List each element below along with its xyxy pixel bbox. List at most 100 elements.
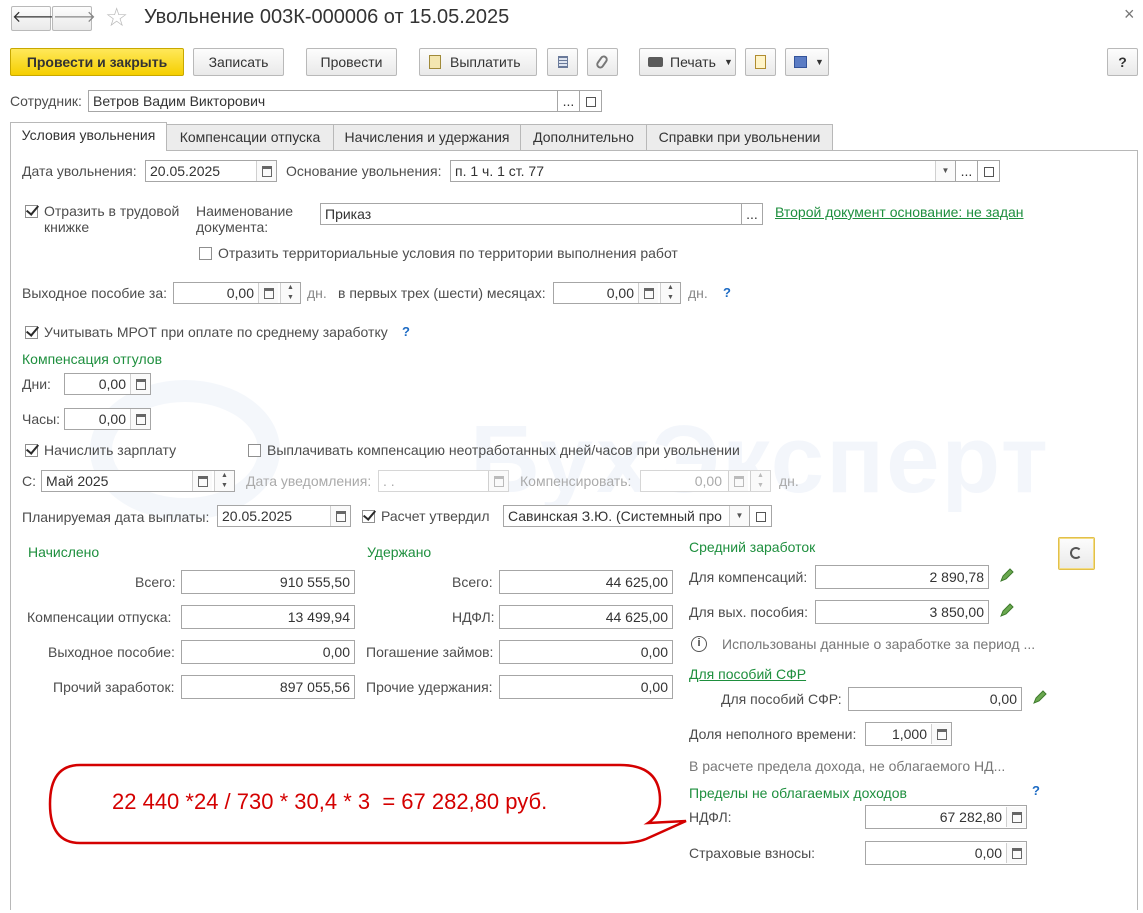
refresh-button[interactable] (1058, 537, 1095, 570)
chevron-down-icon[interactable]: ▼ (729, 506, 749, 526)
employee-value: Ветров Вадим Викторович (93, 93, 266, 109)
chevron-down-icon[interactable]: ▼ (935, 161, 955, 181)
calculator-icon[interactable] (130, 409, 150, 429)
doc-name-field[interactable]: Приказ (320, 203, 742, 225)
withheld-ndfl-field: 44 625,00 (499, 605, 673, 629)
limits-help-icon[interactable]: ? (1032, 783, 1040, 798)
approver-value: Савинская З.Ю. (Системный про (508, 508, 722, 524)
limit-note: В расчете предела дохода, не облагаемого… (689, 758, 1006, 774)
withheld-total-field: 44 625,00 (499, 570, 673, 594)
accrued-total-label: Всего: (135, 574, 176, 590)
tab-certificates[interactable]: Справки при увольнении (646, 124, 833, 151)
workbook-label-2: книжке (44, 219, 90, 235)
part-time-field[interactable]: 1,000 (865, 722, 952, 746)
info-icon: i (691, 636, 707, 652)
approver-open-button[interactable] (749, 505, 772, 527)
severance-first-field[interactable]: 0,00 ▲ ▼ (553, 282, 681, 304)
calculator-icon[interactable] (638, 283, 658, 303)
planned-payment-label: Планируемая дата выплаты: (22, 509, 210, 525)
back-button[interactable]: 🡐 (11, 6, 55, 31)
edit-pencil-icon[interactable] (999, 602, 1015, 618)
compensate-field[interactable]: 0,00 ▲ ▼ (640, 470, 771, 492)
employee-select-button[interactable]: ... (557, 90, 580, 112)
export-button[interactable]: ▼ (785, 48, 829, 76)
report-button[interactable] (745, 48, 776, 76)
help-button[interactable]: ? (1107, 48, 1138, 76)
favorite-star-icon[interactable]: ☆ (105, 3, 128, 31)
spinner-icon[interactable]: ▲ ▼ (750, 471, 770, 491)
calculator-icon[interactable] (1006, 843, 1026, 863)
second-doc-link[interactable]: Второй документ основание: не задан (775, 204, 1024, 220)
reason-open-button[interactable] (977, 160, 1000, 182)
calendar-icon[interactable] (330, 506, 350, 526)
planned-payment-field[interactable]: 20.05.2025 (217, 505, 351, 527)
forward-button[interactable]: 🡒 (52, 6, 96, 31)
avg-comp-field: 2 890,78 (815, 565, 989, 589)
withheld-loans-label: Погашение займов: (366, 644, 494, 660)
pay-button[interactable]: Выплатить (419, 48, 537, 76)
territorial-checkbox[interactable] (199, 247, 212, 260)
comp-off-hours-field[interactable]: 0,00 (64, 408, 151, 430)
notice-date-field[interactable]: . . (378, 470, 509, 492)
mrot-help-icon[interactable]: ? (402, 324, 410, 339)
approver-field[interactable]: Савинская З.Ю. (Системный про ▼ (503, 505, 750, 527)
post-and-close-button[interactable]: Провести и закрыть (10, 48, 184, 76)
compensate-unit: дн. (779, 473, 799, 489)
approved-checkbox[interactable] (362, 510, 375, 523)
part-time-value: 1,000 (891, 726, 927, 742)
dismissal-date-label: Дата увольнения: (22, 163, 137, 179)
withheld-total-value: 44 625,00 (605, 574, 668, 590)
accrued-title: Начислено (28, 544, 100, 560)
print-button[interactable]: Печать ▼ (639, 48, 736, 76)
workbook-checkbox[interactable] (25, 205, 38, 218)
limits-ins-value: 0,00 (974, 845, 1002, 861)
calendar-icon[interactable] (192, 471, 212, 491)
severance-field[interactable]: 0,00 ▲ ▼ (173, 282, 301, 304)
tab-vacation-comp[interactable]: Компенсации отпуска (166, 124, 334, 151)
calculator-icon[interactable] (728, 471, 748, 491)
calendar-icon[interactable] (488, 471, 508, 491)
calculator-icon[interactable] (130, 374, 150, 394)
callout-text: 22 440 *24 / 730 * 30,4 * 3 = 67 282,80 … (112, 789, 548, 814)
attach-button[interactable] (587, 48, 618, 76)
severance-help-icon[interactable]: ? (723, 285, 731, 300)
salary-month-field[interactable]: Май 2025 ▲ ▼ (41, 470, 235, 492)
dismissal-reason-field[interactable]: п. 1 ч. 1 ст. 77 ▼ (450, 160, 956, 182)
calculator-icon[interactable] (931, 724, 951, 744)
dismissal-reason-value: п. 1 ч. 1 ст. 77 (455, 163, 544, 179)
calendar-icon[interactable] (256, 161, 276, 181)
pay-unworked-checkbox[interactable] (248, 444, 261, 457)
doc-name-select-button[interactable]: ... (741, 203, 763, 225)
edit-pencil-icon[interactable] (999, 567, 1015, 583)
comp-off-days-field[interactable]: 0,00 (64, 373, 151, 395)
tab-accruals[interactable]: Начисления и удержания (333, 124, 521, 151)
sfr-link[interactable]: Для пособий СФР (689, 666, 806, 682)
reason-select-button[interactable]: ... (955, 160, 978, 182)
severance-label: Выходное пособие за: (22, 285, 168, 301)
withheld-other-field: 0,00 (499, 675, 673, 699)
severance-value: 0,00 (226, 285, 254, 301)
employee-field[interactable]: Ветров Вадим Викторович (88, 90, 558, 112)
edit-pencil-icon[interactable] (1032, 689, 1048, 705)
avg-comp-label: Для компенсаций: (689, 569, 808, 585)
limits-ndfl-field[interactable]: 67 282,80 (865, 805, 1027, 829)
post-button[interactable]: Провести (306, 48, 397, 76)
spinner-icon[interactable]: ▲ ▼ (280, 283, 300, 303)
comp-off-hours-value: 0,00 (98, 411, 126, 427)
save-button[interactable]: Записать (193, 48, 284, 76)
part-time-label: Доля неполного времени: (689, 726, 857, 742)
list-icon-button[interactable] (547, 48, 578, 76)
accrue-salary-checkbox[interactable] (25, 444, 38, 457)
tab-additional[interactable]: Дополнительно (520, 124, 647, 151)
spinner-icon[interactable]: ▲ ▼ (214, 471, 234, 491)
spinner-icon[interactable]: ▲ ▼ (660, 283, 680, 303)
close-icon[interactable]: × (1124, 4, 1135, 25)
doc-name-label-2: документа: (196, 219, 269, 235)
dismissal-date-field[interactable]: 20.05.2025 (145, 160, 277, 182)
tab-conditions[interactable]: Условия увольнения (10, 122, 167, 151)
calculator-icon[interactable] (1006, 807, 1026, 827)
calculator-icon[interactable] (258, 283, 278, 303)
mrot-checkbox[interactable] (25, 326, 38, 339)
employee-open-button[interactable] (579, 90, 602, 112)
limits-ins-field[interactable]: 0,00 (865, 841, 1027, 865)
